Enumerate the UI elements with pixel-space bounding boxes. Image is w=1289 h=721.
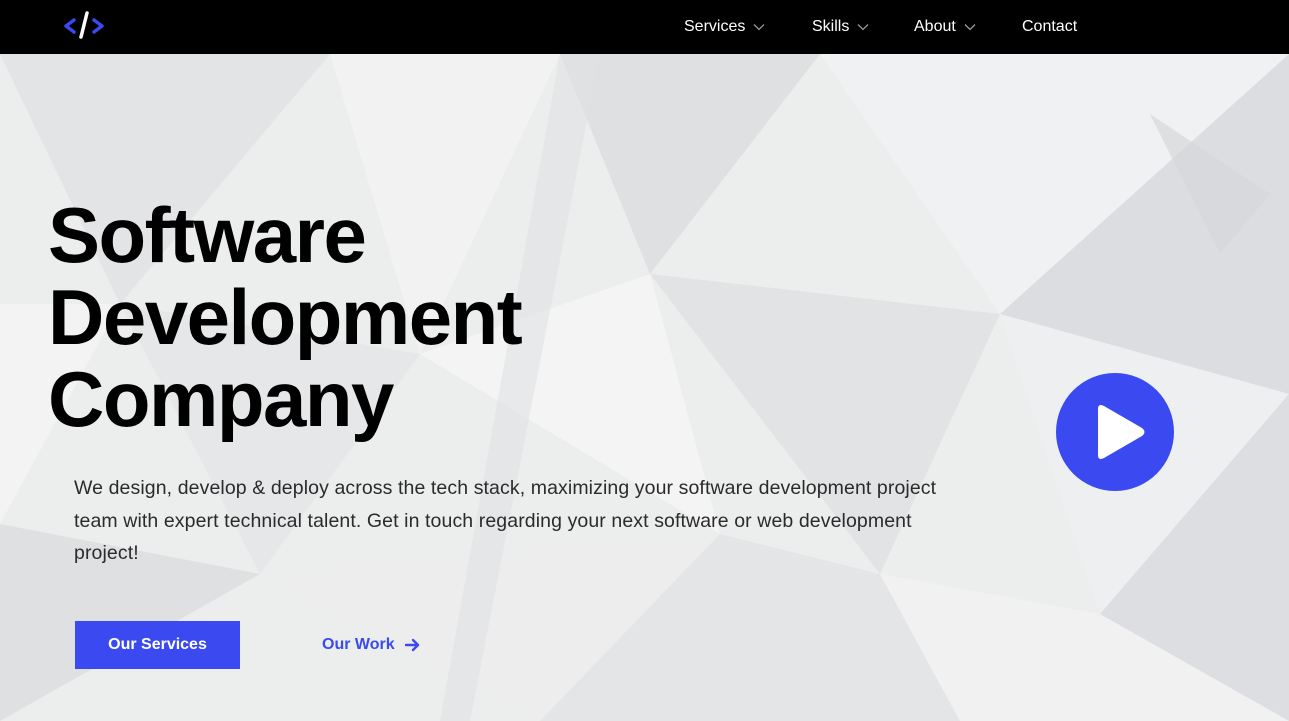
- arrow-right-icon: [404, 638, 419, 652]
- headline-line-3: Company: [48, 355, 394, 443]
- nav-services-label: Services: [684, 18, 746, 35]
- code-slash-icon[interactable]: [62, 10, 108, 40]
- our-services-button[interactable]: Our Services: [75, 621, 240, 669]
- headline-line-2: Development: [48, 273, 523, 361]
- play-video-button[interactable]: [1056, 373, 1174, 491]
- headline-line-1: Software: [48, 191, 367, 279]
- chevron-down-icon: [964, 24, 976, 31]
- nav-skills[interactable]: Skills: [812, 0, 869, 54]
- nav-contact-label: Contact: [1022, 18, 1078, 35]
- our-work-label: Our Work: [322, 636, 395, 653]
- chevron-down-icon: [857, 24, 869, 31]
- play-icon: [1098, 405, 1145, 459]
- hero-headline: Software Development Company: [48, 194, 748, 440]
- nav-skills-label: Skills: [812, 18, 850, 35]
- our-work-link[interactable]: Our Work: [322, 636, 420, 654]
- top-navbar: Services Skills About Contact: [0, 0, 1289, 54]
- hero-description: We design, develop & deploy across the t…: [74, 477, 937, 564]
- nav-about-label: About: [914, 18, 956, 35]
- nav-about[interactable]: About: [914, 0, 976, 54]
- nav-contact[interactable]: Contact: [1022, 0, 1077, 54]
- nav-services[interactable]: Services: [684, 0, 765, 54]
- hero-section: Software Development Company We design, …: [0, 54, 1289, 721]
- chevron-down-icon: [753, 24, 765, 31]
